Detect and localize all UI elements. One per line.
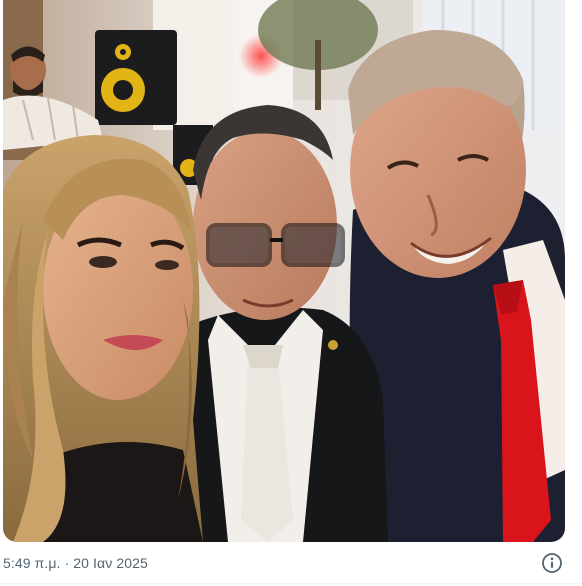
- info-button[interactable]: [541, 552, 563, 574]
- tweet-timestamp[interactable]: 5:49 π.μ. · 20 Ιαν 2025: [3, 555, 148, 571]
- info-circle-icon: [542, 553, 562, 573]
- tweet-detail: 5:49 π.μ. · 20 Ιαν 2025: [0, 0, 582, 586]
- selfie-image: [3, 0, 565, 542]
- tweet-photo[interactable]: [3, 0, 565, 542]
- divider: [0, 583, 582, 584]
- tweet-meta-row: 5:49 π.μ. · 20 Ιαν 2025: [0, 548, 582, 578]
